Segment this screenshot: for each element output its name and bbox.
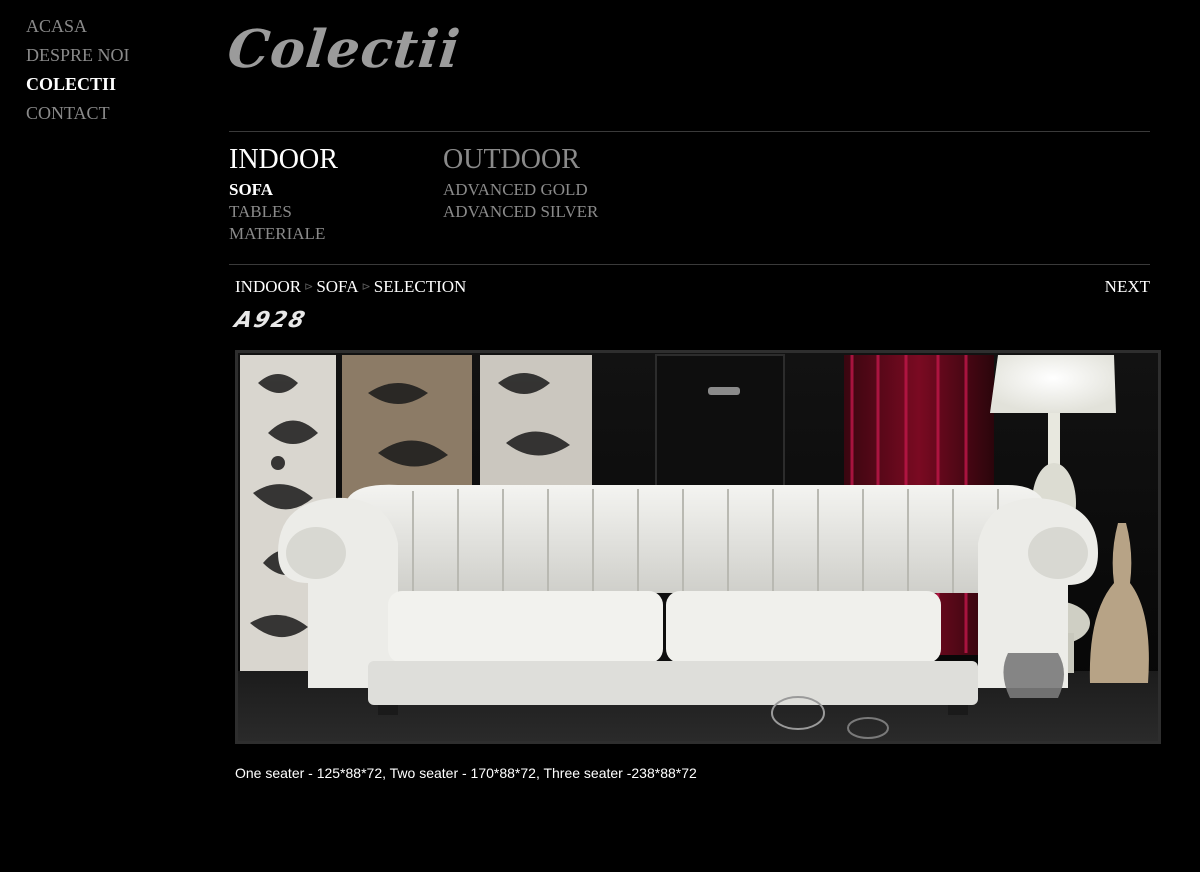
product-code: A928 [232,308,310,333]
subcategory-advanced-gold[interactable]: ADVANCED GOLD [443,179,598,201]
top-divider [229,131,1150,132]
next-link[interactable]: NEXT [1105,277,1150,297]
breadcrumb-separator-icon: ⊳ [304,281,314,293]
outdoor-category: OUTDOOR ADVANCED GOLD ADVANCED SILVER [443,143,598,223]
subcategory-tables[interactable]: TABLES [229,201,338,223]
subcategory-materiale[interactable]: MATERIALE [229,223,338,245]
breadcrumb-sofa[interactable]: SOFA [316,277,358,297]
sofa-photo-illustration [238,353,1158,741]
main-nav: ACASA DESPRE NOI COLECTII CONTACT [26,12,130,128]
page-title-logo: Colectii [224,19,464,80]
nav-item-colectii[interactable]: COLECTII [26,70,130,99]
nav-item-despre-noi[interactable]: DESPRE NOI [26,41,130,70]
middle-divider [229,264,1150,265]
subcategory-advanced-silver[interactable]: ADVANCED SILVER [443,201,598,223]
outdoor-heading[interactable]: OUTDOOR [443,143,598,177]
product-dimensions-caption: One seater - 125*88*72, Two seater - 170… [235,765,697,781]
breadcrumb-separator-icon: ⊳ [361,281,371,293]
nav-item-acasa[interactable]: ACASA [26,12,130,41]
breadcrumb: INDOOR ⊳ SOFA ⊳ SELECTION [235,277,466,297]
nav-item-contact[interactable]: CONTACT [26,99,130,128]
indoor-heading[interactable]: INDOOR [229,143,338,177]
subcategory-sofa[interactable]: SOFA [229,179,338,201]
product-image[interactable] [235,350,1161,744]
breadcrumb-selection[interactable]: SELECTION [374,277,467,297]
indoor-category: INDOOR SOFA TABLES MATERIALE [229,143,338,245]
breadcrumb-indoor[interactable]: INDOOR [235,277,301,297]
